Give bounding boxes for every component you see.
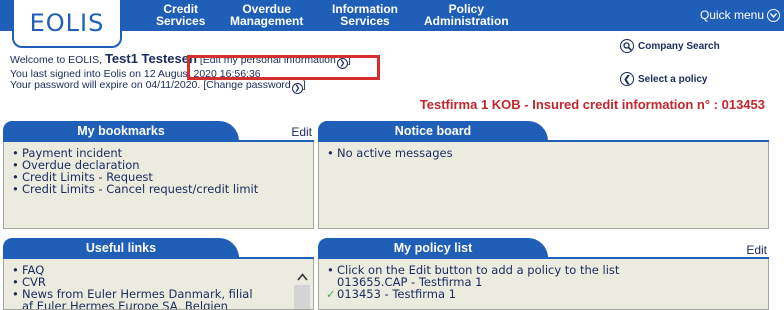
search-icon [620,39,634,53]
bookmarks-title: My bookmarks [3,121,239,141]
arrow-right-circle-icon: ❯ [291,83,303,94]
quick-menu-label: Quick menu [699,8,764,22]
select-policy-label: Select a policy [638,73,708,85]
notice-board-panel: Notice board No active messages [318,121,769,229]
useful-link-item[interactable]: FAQ [12,264,289,276]
arrow-left-circle-icon: ❮ [620,72,634,86]
policy-list: Click on the Edit button to add a policy… [319,259,768,305]
policy-list-panel: My policy list Edit Click on the Edit bu… [318,238,769,310]
useful-links-panel: Useful links FAQ CVR News from Euler Her… [3,238,314,310]
policy-title: Testfirma 1 KOB - Insured credit informa… [419,97,765,112]
bookmarks-list: Payment incident Overdue declaration Cre… [4,142,313,200]
useful-links-body: FAQ CVR News from Euler Hermes Danmark, … [3,259,314,310]
change-password-label: [Change password [203,79,291,91]
policy-item-selected[interactable]: 013453 - Testfirma 1 [326,288,760,300]
useful-link-item-continued[interactable]: af Euler Hermes Europe SA, Belgien [12,300,289,309]
eolis-logo[interactable]: EOLIS [12,0,122,48]
notice-item: No active messages [327,147,760,159]
nav-overdue-management[interactable]: Overdue Management [230,3,303,27]
username: Test1 Testesen [104,51,197,66]
logo-text: EOLIS [29,9,105,37]
useful-links-title: Useful links [3,238,239,258]
company-search-link[interactable]: Company Search [620,39,720,53]
nav-label-line2: Administration [424,14,509,28]
scrollbar-track[interactable] [294,285,310,309]
nav-label-line2: Services [340,14,390,28]
policy-list-edit-link[interactable]: Edit [746,243,767,257]
password-expire-text: Your password will expire on 04/11/2020. [10,79,201,91]
nav-credit-services[interactable]: Credit Services [156,3,205,27]
bookmarks-panel: My bookmarks Edit Payment incident Overd… [3,121,314,229]
quick-menu-button[interactable]: Quick menu [700,8,780,22]
bookmarks-edit-link[interactable]: Edit [291,125,312,139]
password-expire-line: Your password will expire on 04/11/2020.… [10,80,351,94]
scroll-up-icon[interactable] [296,271,308,283]
policy-list-title: My policy list [318,238,548,258]
nav-label-line2: Management [230,14,304,28]
company-search-label: Company Search [638,40,720,52]
notice-list: No active messages [319,142,768,164]
useful-links-list: FAQ CVR News from Euler Hermes Danmark, … [4,259,313,309]
notice-board-title: Notice board [318,121,548,141]
welcome-prefix: Welcome to EOLIS, [10,54,103,66]
notice-board-body: No active messages [318,142,769,229]
highlight-annotation-box [187,55,380,80]
chevron-down-circle-icon [767,8,780,22]
policy-list-body: Click on the Edit button to add a policy… [318,259,769,310]
nav-information-services[interactable]: Information Services [332,3,398,27]
nav-policy-administration[interactable]: Policy Administration [424,3,509,27]
nav-label-line2: Services [156,14,206,28]
bracket-close: ] [302,79,306,91]
bookmarks-body: Payment incident Overdue declaration Cre… [3,142,314,229]
bookmark-item[interactable]: Credit Limits - Cancel request/credit li… [12,183,305,195]
select-policy-link[interactable]: ❮ Select a policy [620,72,707,86]
change-password-link[interactable]: [Change password ❯] [203,79,306,94]
